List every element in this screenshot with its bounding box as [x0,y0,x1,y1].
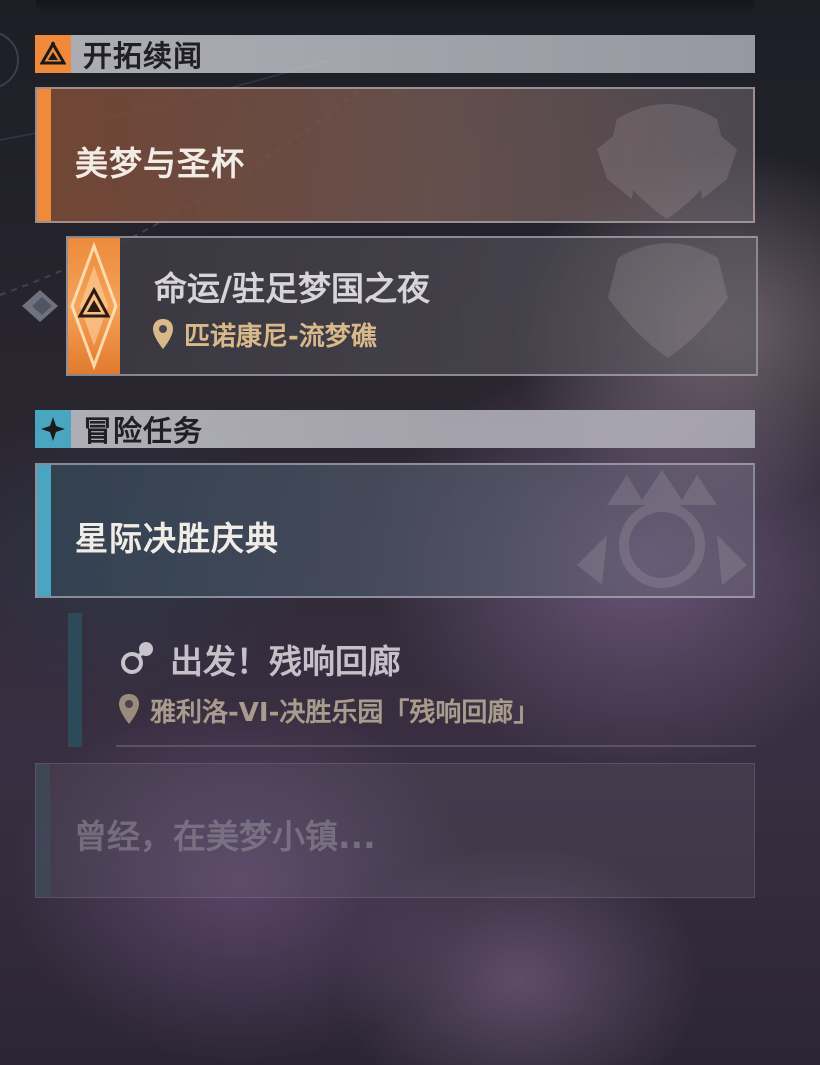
location-pin-icon [153,319,173,349]
mission-location: 雅利洛-VI-决胜乐园「残响回廊」 [150,698,540,728]
trailblaze-badge-icon [35,35,71,73]
quest-accent-bar [37,89,51,221]
section-header-adventure: 冒险任务 [35,410,755,448]
mission-card-trailblaze[interactable]: 命运/驻足梦国之夜 匹诺康尼-流梦礁 [66,236,758,376]
quest-emblem-icon [577,470,747,588]
adventure-badge-icon [35,410,71,448]
mission-card-adventure[interactable]: 出发！残响回廊 雅利洛-VI-决胜乐园「残响回廊」 [66,613,756,749]
quest-card-locked[interactable]: 曾经，在美梦小镇... [35,763,755,898]
quest-title: 星际决胜庆典 [75,519,279,558]
section-title: 开拓续闻 [83,39,204,73]
mission-type-badge [68,238,120,374]
mission-location: 匹诺康尼-流梦礁 [184,322,377,352]
mission-emblem-icon [608,243,728,358]
quest-card-trailblaze[interactable]: 美梦与圣杯 [35,87,755,223]
quest-emblem-icon [597,104,737,219]
location-pin-icon [119,694,139,724]
mission-type-icon [70,241,118,371]
mission-type-icon [121,642,153,674]
quest-accent-bar [37,465,51,596]
mission-accent-bar [68,613,82,747]
mission-divider [116,745,756,747]
quest-title: 曾经，在美梦小镇... [74,817,376,856]
quest-accent-bar [36,764,50,897]
quest-title: 美梦与圣杯 [75,144,245,183]
tracking-pointer-icon [22,290,58,322]
quest-card-adventure[interactable]: 星际决胜庆典 [35,463,755,598]
mission-title: 出发！残响回廊 [170,642,401,681]
top-divider [36,0,754,10]
section-header-trailblaze: 开拓续闻 [35,35,755,73]
section-title: 冒险任务 [83,414,204,448]
mission-title: 命运/驻足梦国之夜 [154,269,431,308]
